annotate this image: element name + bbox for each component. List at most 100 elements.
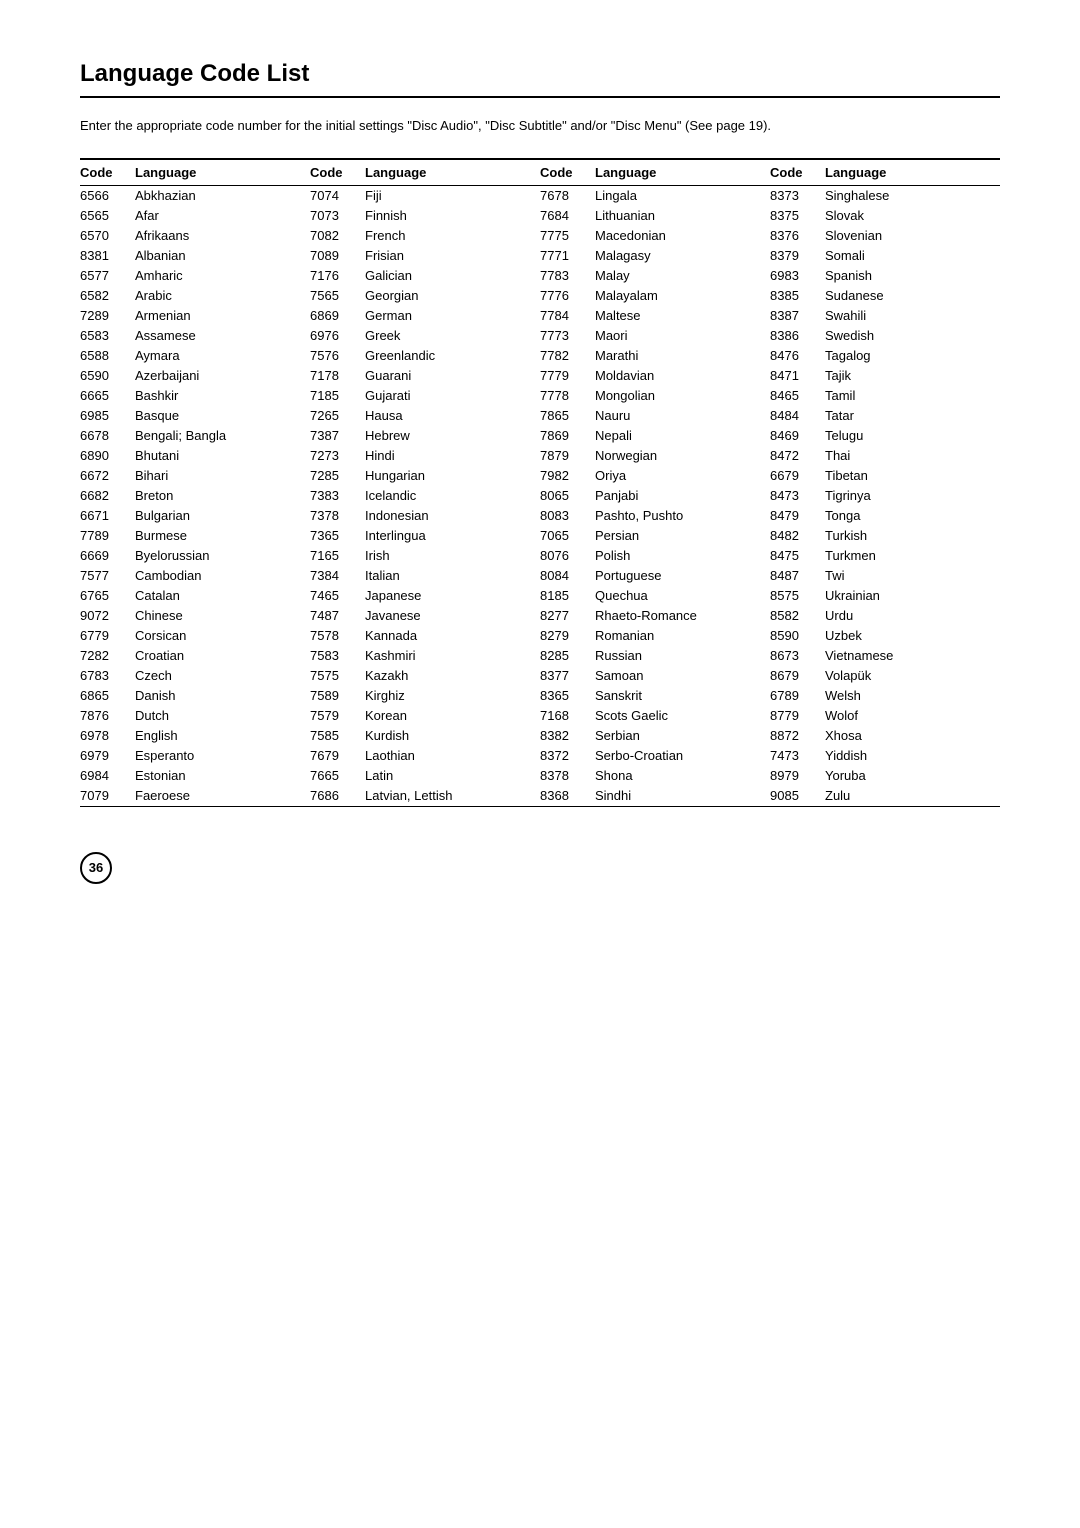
lang-code: 7082 — [310, 228, 365, 243]
col3-lang-header: Language — [595, 165, 656, 180]
lang-name: Malay — [595, 268, 770, 283]
list-item: 6682Breton — [80, 486, 310, 506]
list-item: 6669Byelorussian — [80, 546, 310, 566]
lang-name: English — [135, 728, 310, 743]
lang-code: 6665 — [80, 388, 135, 403]
lang-name: Albanian — [135, 248, 310, 263]
lang-code: 7073 — [310, 208, 365, 223]
lang-code: 7289 — [80, 308, 135, 323]
lang-name: Estonian — [135, 768, 310, 783]
list-item: 7771Malagasy — [540, 246, 770, 266]
list-item: 8479Tonga — [770, 506, 1000, 526]
lang-name: Norwegian — [595, 448, 770, 463]
lang-name: Samoan — [595, 668, 770, 683]
lang-name: Twi — [825, 568, 1000, 583]
list-item: 7575Kazakh — [310, 666, 540, 686]
lang-name: Fiji — [365, 188, 540, 203]
lang-name: Galician — [365, 268, 540, 283]
list-item: 6678Bengali; Bangla — [80, 426, 310, 446]
lang-name: Spanish — [825, 268, 1000, 283]
list-item: 7282Croatian — [80, 646, 310, 666]
lang-name: Serbian — [595, 728, 770, 743]
list-item: 7782Marathi — [540, 346, 770, 366]
lang-name: Japanese — [365, 588, 540, 603]
list-item: 7365Interlingua — [310, 526, 540, 546]
lang-name: Scots Gaelic — [595, 708, 770, 723]
lang-name: Slovenian — [825, 228, 1000, 243]
lang-code: 8368 — [540, 788, 595, 803]
lang-code: 8471 — [770, 368, 825, 383]
lang-name: Swahili — [825, 308, 1000, 323]
list-item: 6672Bihari — [80, 466, 310, 486]
lang-code: 7487 — [310, 608, 365, 623]
lang-name: Greek — [365, 328, 540, 343]
lang-name: Italian — [365, 568, 540, 583]
lang-code: 6678 — [80, 428, 135, 443]
lang-name: Serbo-Croatian — [595, 748, 770, 763]
list-item: 7065Persian — [540, 526, 770, 546]
list-item: 7589Kirghiz — [310, 686, 540, 706]
lang-name: Interlingua — [365, 528, 540, 543]
lang-code: 7577 — [80, 568, 135, 583]
list-item: 6985Basque — [80, 406, 310, 426]
lang-code: 6779 — [80, 628, 135, 643]
lang-code: 7876 — [80, 708, 135, 723]
column-1: Code Language 6566Abkhazian6565Afar6570A… — [80, 158, 310, 812]
lang-name: Tibetan — [825, 468, 1000, 483]
page-title: Language Code List — [80, 60, 1000, 98]
lang-name: Czech — [135, 668, 310, 683]
list-item: 6978English — [80, 726, 310, 746]
lang-code: 7865 — [540, 408, 595, 423]
col4-rows: 8373Singhalese8375Slovak8376Slovenian837… — [770, 186, 1000, 806]
lang-code: 7771 — [540, 248, 595, 263]
lang-code: 6565 — [80, 208, 135, 223]
lang-code: 7679 — [310, 748, 365, 763]
lang-code: 8381 — [80, 248, 135, 263]
list-item: 7789Burmese — [80, 526, 310, 546]
lang-name: Urdu — [825, 608, 1000, 623]
lang-name: Assamese — [135, 328, 310, 343]
lang-name: Bulgarian — [135, 508, 310, 523]
lang-code: 8979 — [770, 768, 825, 783]
list-item: 6583Assamese — [80, 326, 310, 346]
lang-code: 7285 — [310, 468, 365, 483]
lang-code: 6588 — [80, 348, 135, 363]
list-item: 8285Russian — [540, 646, 770, 666]
lang-name: Armenian — [135, 308, 310, 323]
lang-name: Russian — [595, 648, 770, 663]
lang-name: Cambodian — [135, 568, 310, 583]
lang-name: Uzbek — [825, 628, 1000, 643]
list-item: 7178Guarani — [310, 366, 540, 386]
lang-name: Telugu — [825, 428, 1000, 443]
lang-name: Bihari — [135, 468, 310, 483]
lang-code: 7185 — [310, 388, 365, 403]
list-item: 8378Shona — [540, 766, 770, 786]
lang-name: Kashmiri — [365, 648, 540, 663]
lang-name: Irish — [365, 548, 540, 563]
lang-name: Xhosa — [825, 728, 1000, 743]
lang-name: Javanese — [365, 608, 540, 623]
lang-name: Nauru — [595, 408, 770, 423]
lang-name: Zulu — [825, 788, 1000, 803]
column-3: Code Language 7678Lingala7684Lithuanian7… — [540, 158, 770, 812]
list-item: 8471Tajik — [770, 366, 1000, 386]
lang-name: Welsh — [825, 688, 1000, 703]
lang-name: Slovak — [825, 208, 1000, 223]
lang-code: 6984 — [80, 768, 135, 783]
lang-code: 6570 — [80, 228, 135, 243]
lang-code: 6679 — [770, 468, 825, 483]
col2-code-header: Code — [310, 165, 365, 180]
lang-code: 7579 — [310, 708, 365, 723]
lang-code: 6671 — [80, 508, 135, 523]
list-item: 8083Pashto, Pushto — [540, 506, 770, 526]
lang-code: 6890 — [80, 448, 135, 463]
list-item: 8185Quechua — [540, 586, 770, 606]
lang-code: 7583 — [310, 648, 365, 663]
lang-code: 7575 — [310, 668, 365, 683]
list-item: 7879Norwegian — [540, 446, 770, 466]
lang-name: Polish — [595, 548, 770, 563]
list-item: 7168Scots Gaelic — [540, 706, 770, 726]
lang-name: Tagalog — [825, 348, 1000, 363]
lang-name: Tigrinya — [825, 488, 1000, 503]
list-item: 7684Lithuanian — [540, 206, 770, 226]
